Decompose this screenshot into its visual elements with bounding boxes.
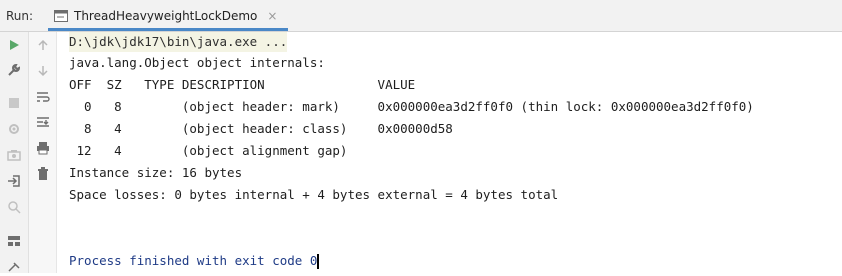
run-tool-window-header: Run: ThreadHeavyweightLockDemo ×	[0, 0, 842, 32]
console-line: Instance size: 16 bytes	[69, 165, 243, 180]
run-icon[interactable]	[5, 36, 23, 54]
console-line: OFF SZ TYPE DESCRIPTION VALUE	[69, 77, 416, 92]
text-cursor	[317, 254, 320, 269]
run-config-tab[interactable]: ThreadHeavyweightLockDemo ×	[48, 3, 288, 31]
wrench-icon[interactable]	[5, 61, 23, 79]
scroll-to-end-icon[interactable]	[34, 113, 52, 131]
trash-icon[interactable]	[34, 165, 52, 183]
console-output[interactable]: D:\jdk\jdk17\bin\java.exe ... java.lang.…	[58, 32, 842, 273]
console-line: 8 4 (object header: class) 0x00000d58	[69, 121, 453, 136]
pin-icon[interactable]	[5, 258, 23, 276]
login-icon[interactable]	[5, 172, 23, 190]
console-line: Space losses: 0 bytes internal + 4 bytes…	[69, 187, 559, 202]
print-icon[interactable]	[34, 139, 52, 157]
settings-icon[interactable]	[5, 120, 23, 138]
console-line: java.lang.Object object internals:	[69, 55, 325, 70]
soft-wrap-icon[interactable]	[34, 88, 52, 106]
console-line: 0 8 (object header: mark) 0x000000ea3d2f…	[69, 99, 754, 114]
console-line: 12 4 (object alignment gap)	[69, 143, 348, 158]
stop-icon[interactable]	[5, 94, 23, 112]
console-toolbar	[29, 32, 57, 273]
tab-title: ThreadHeavyweightLockDemo	[74, 8, 258, 23]
console-tab-icon	[54, 9, 68, 22]
search-icon[interactable]	[5, 198, 23, 216]
exit-message-text: Process finished with exit code 0	[69, 253, 318, 268]
close-icon[interactable]: ×	[267, 10, 277, 22]
console-command-line[interactable]: D:\jdk\jdk17\bin\java.exe ...	[69, 32, 288, 52]
process-exit-message: Process finished with exit code 0	[69, 251, 320, 271]
down-arrow-icon[interactable]	[34, 62, 52, 80]
layout-icon[interactable]	[5, 232, 23, 250]
camera-icon[interactable]	[5, 146, 23, 164]
up-arrow-icon[interactable]	[34, 36, 52, 54]
run-toolbar	[0, 32, 29, 273]
run-label: Run:	[6, 9, 34, 23]
